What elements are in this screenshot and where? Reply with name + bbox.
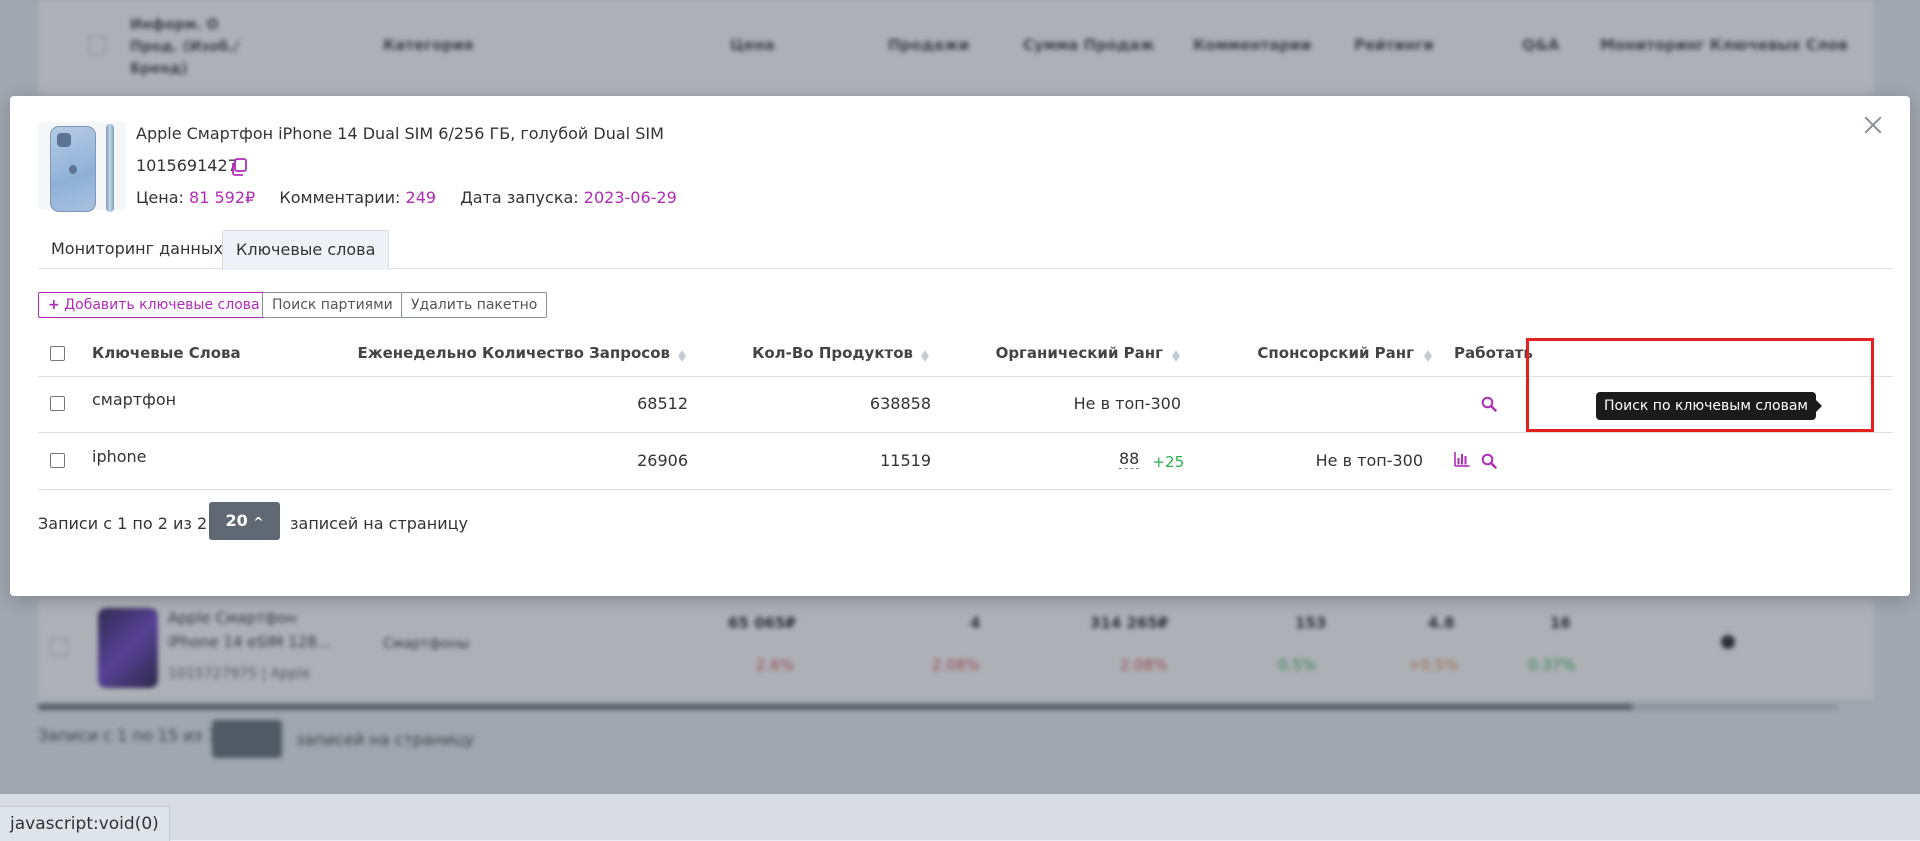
header-products-count: Кол-Во Продуктов <box>752 344 913 362</box>
status-bar-link: javascript:void(0) <box>0 806 170 841</box>
modal-tabs: Мониторинг данных Ключевые слова <box>38 230 1893 270</box>
batch-search-button[interactable]: Поиск партиями <box>262 292 403 318</box>
header-keywords: Ключевые Слова <box>92 344 241 362</box>
tab-data-monitoring[interactable]: Мониторинг данных <box>38 230 236 268</box>
batch-delete-button[interactable]: Удалить пакетно <box>401 292 548 318</box>
sort-weekly-requests-icon[interactable] <box>678 346 686 362</box>
row-checkbox[interactable] <box>50 453 65 468</box>
header-organic-rank: Органический Ранг <box>995 344 1163 362</box>
organic-rank-delta: +25 <box>1152 453 1185 471</box>
sort-organic-rank-icon[interactable] <box>1172 346 1180 362</box>
comments-label: Комментарии: <box>279 188 401 207</box>
close-icon[interactable] <box>1862 114 1884 136</box>
page-size-value: 20 <box>225 511 248 530</box>
launch-date-value: 2023-06-29 <box>583 188 677 207</box>
header-weekly-requests: Еженедельно Количество Запросов <box>357 344 670 362</box>
organic-rank-cell: 88 +25 <box>1119 449 1185 471</box>
chart-icon[interactable] <box>1454 451 1470 467</box>
tab-keywords[interactable]: Ключевые слова <box>222 230 390 270</box>
sort-products-count-icon[interactable] <box>921 346 929 362</box>
weekly-requests-cell: 26906 <box>637 451 688 470</box>
search-icon[interactable] <box>1481 453 1497 469</box>
highlight-box <box>1526 338 1874 432</box>
add-keywords-label: Добавить ключевые слова <box>64 297 260 313</box>
phone-front-image <box>50 126 96 212</box>
product-meta: Цена: 81 592₽ Комментарии: 249 Дата запу… <box>136 188 677 207</box>
product-title: Apple Смартфон iPhone 14 Dual SIM 6/256 … <box>136 124 664 143</box>
apple-logo-icon <box>69 165 77 174</box>
sponsored-rank-cell: Не в топ-300 <box>1315 451 1423 470</box>
bottom-strip <box>0 794 1920 840</box>
camera-icon <box>57 133 71 147</box>
plus-icon: + <box>48 297 60 313</box>
organic-rank-value[interactable]: 88 <box>1119 449 1140 469</box>
header-sponsored-rank: Спонсорский Ранг <box>1257 344 1414 362</box>
products-count-cell: 638858 <box>869 394 931 413</box>
table-row: iphone 26906 11519 88 +25 Не в топ-300 <box>38 433 1893 490</box>
keyword-cell: iphone <box>92 447 147 466</box>
organic-rank-cell: Не в топ-300 <box>1073 394 1181 413</box>
page-size-select[interactable]: 20 ^ <box>209 502 280 540</box>
price-label: Цена: <box>136 188 184 207</box>
copy-icon[interactable] <box>230 158 248 176</box>
products-count-cell: 11519 <box>880 451 931 470</box>
weekly-requests-cell: 68512 <box>637 394 688 413</box>
header-actions: Работать <box>1454 344 1533 362</box>
row-checkbox[interactable] <box>50 396 65 411</box>
sort-sponsored-rank-icon[interactable] <box>1424 346 1432 362</box>
search-icon[interactable] <box>1481 396 1497 412</box>
launch-date-label: Дата запуска: <box>460 188 579 207</box>
product-id: 1015691427 <box>136 156 238 175</box>
keyword-cell: смартфон <box>92 390 177 409</box>
select-all-checkbox[interactable] <box>50 346 65 361</box>
chevron-up-icon: ^ <box>253 515 264 529</box>
add-keywords-button[interactable]: + Добавить ключевые слова <box>38 292 270 318</box>
product-image <box>38 122 126 212</box>
comments-value: 249 <box>405 188 437 207</box>
pager-tail: записей на страницу <box>290 514 468 533</box>
price-value: 81 592₽ <box>189 188 256 207</box>
pager-text: Записи с 1 по 2 из 2 <box>38 514 208 533</box>
phone-side-image <box>106 124 114 212</box>
